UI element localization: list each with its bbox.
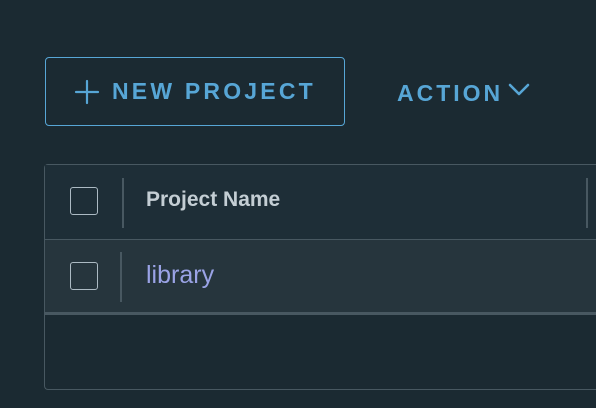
- plus-icon: [74, 79, 100, 105]
- projects-datagrid: Project Name library: [44, 164, 596, 390]
- datagrid-header: Project Name: [45, 165, 596, 240]
- chevron-down-icon: [507, 80, 531, 100]
- column-separator: [120, 252, 122, 302]
- table-row: library: [45, 240, 596, 315]
- column-separator[interactable]: [122, 178, 124, 228]
- select-all-checkbox[interactable]: [70, 187, 98, 215]
- project-name-link[interactable]: library: [146, 261, 214, 290]
- new-project-button[interactable]: NEW PROJECT: [45, 57, 345, 126]
- projects-page: NEW PROJECT ACTION Project Name library: [0, 0, 596, 408]
- column-separator[interactable]: [586, 178, 588, 228]
- column-header-project-name[interactable]: Project Name: [146, 188, 280, 212]
- new-project-label: NEW PROJECT: [112, 78, 316, 104]
- row-select-checkbox[interactable]: [70, 262, 98, 290]
- action-dropdown-button[interactable]: ACTION: [397, 74, 531, 112]
- action-label: ACTION: [397, 79, 504, 106]
